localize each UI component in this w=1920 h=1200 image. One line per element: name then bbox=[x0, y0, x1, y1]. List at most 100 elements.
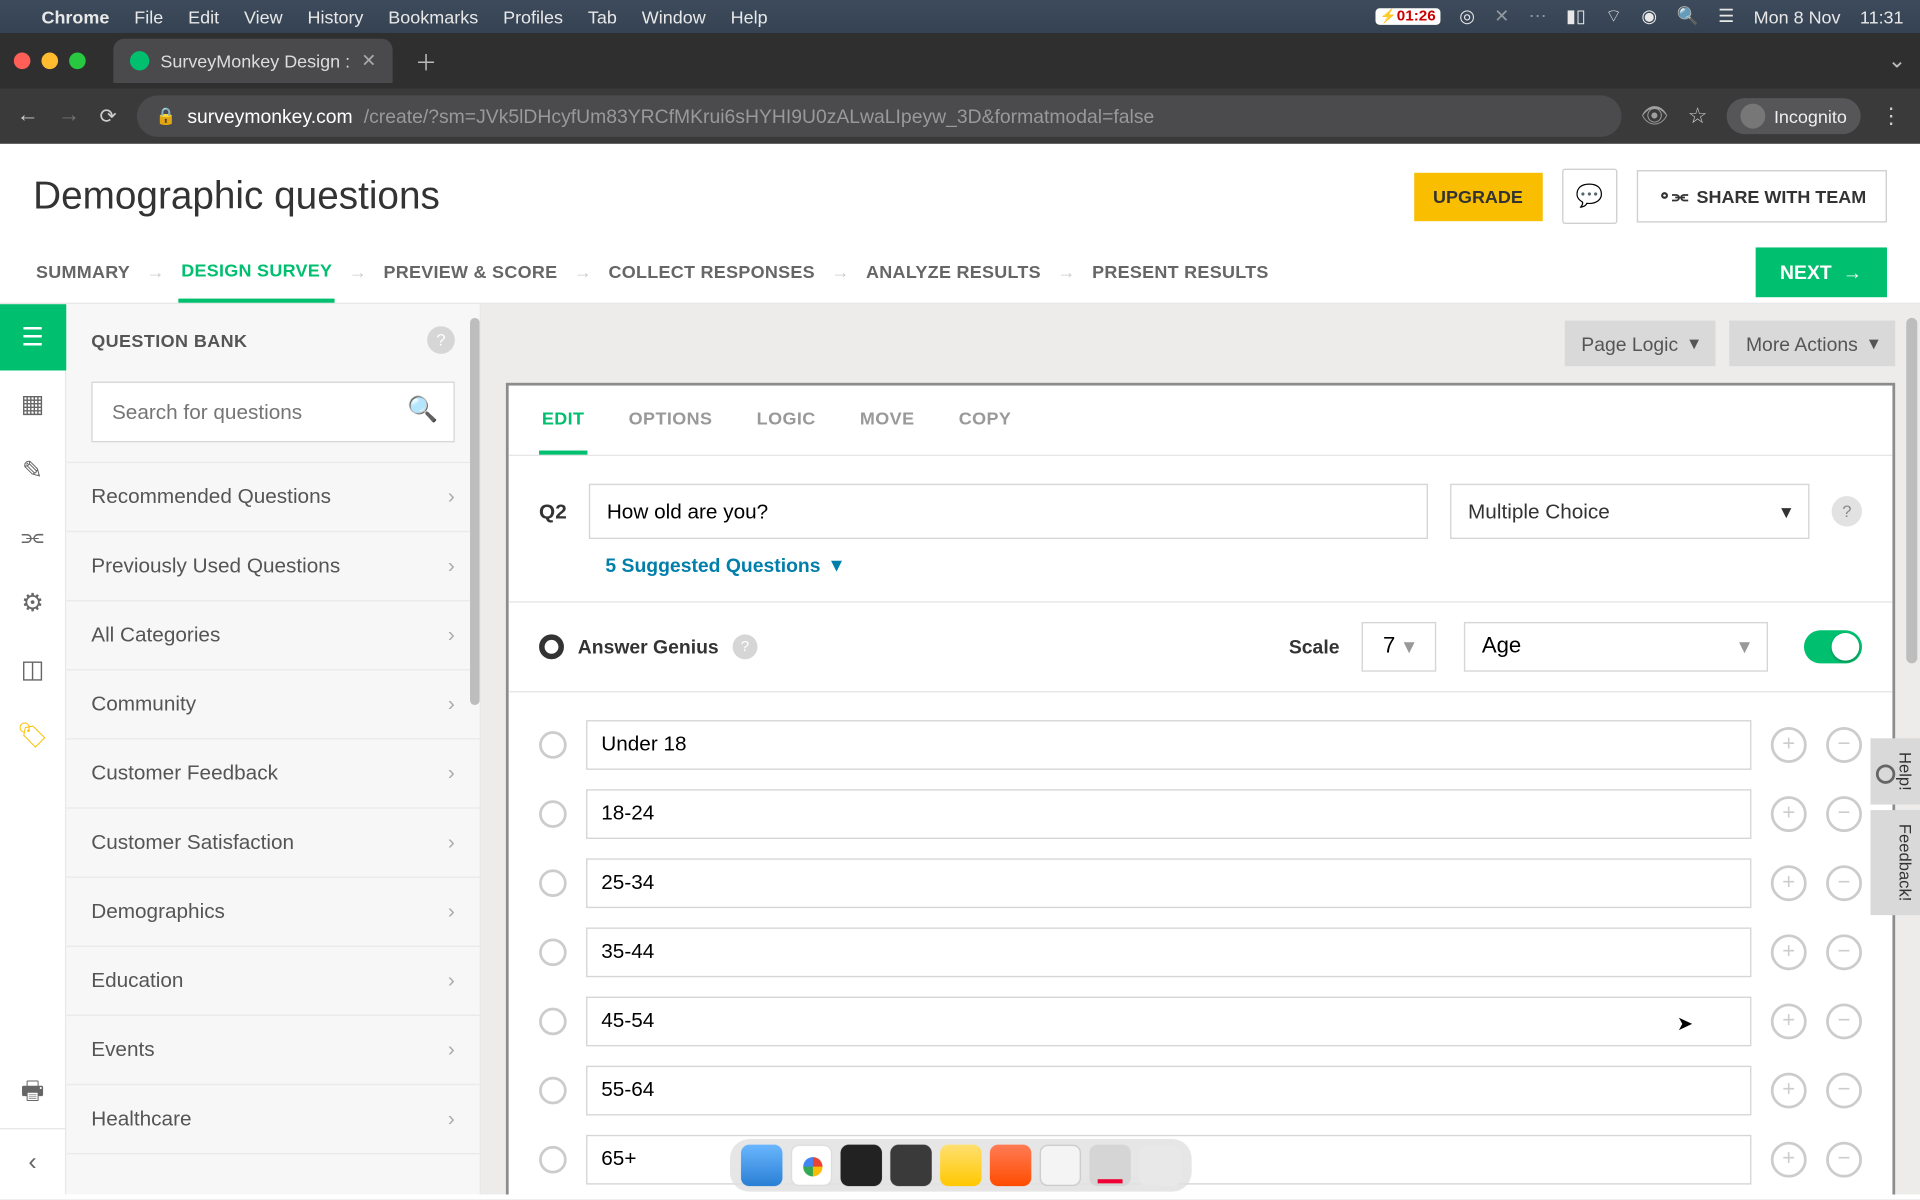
answer-input[interactable] bbox=[586, 927, 1751, 977]
step-design-survey[interactable]: DESIGN SURVEY bbox=[178, 241, 335, 303]
answer-input[interactable] bbox=[586, 720, 1751, 770]
next-button[interactable]: NEXT→ bbox=[1755, 247, 1887, 297]
tab-close-icon[interactable]: ✕ bbox=[361, 50, 376, 72]
add-row-button[interactable]: + bbox=[1771, 1003, 1807, 1039]
share-with-team-button[interactable]: ⚬⫘SHARE WITH TEAM bbox=[1636, 170, 1887, 223]
add-row-button[interactable]: + bbox=[1771, 1072, 1807, 1108]
aux-icon[interactable]: ◉ bbox=[1641, 6, 1657, 28]
step-present-results[interactable]: PRESENT RESULTS bbox=[1089, 241, 1271, 303]
window-zoom-icon[interactable] bbox=[69, 53, 86, 70]
help-icon[interactable]: ? bbox=[733, 634, 758, 659]
rail-collapse-icon[interactable]: ‹ bbox=[0, 1128, 66, 1194]
radio-icon[interactable] bbox=[539, 1007, 567, 1035]
add-row-button[interactable]: + bbox=[1771, 865, 1807, 901]
step-collect-responses[interactable]: COLLECT RESPONSES bbox=[606, 241, 818, 303]
remove-row-button[interactable]: − bbox=[1826, 1141, 1862, 1177]
tab-move[interactable]: MOVE bbox=[857, 386, 917, 455]
sidebar-scrollbar[interactable] bbox=[470, 318, 480, 705]
tab-edit[interactable]: EDIT bbox=[539, 386, 587, 455]
radio-icon[interactable] bbox=[539, 800, 567, 828]
category-item[interactable]: Demographics› bbox=[66, 878, 479, 947]
tab-options[interactable]: OPTIONS bbox=[626, 386, 715, 455]
step-analyze-results[interactable]: ANALYZE RESULTS bbox=[863, 241, 1043, 303]
category-item[interactable]: Recommended Questions› bbox=[66, 462, 479, 533]
eye-off-icon[interactable]: 👁 bbox=[1640, 102, 1668, 130]
dock-app2-icon[interactable] bbox=[989, 1145, 1030, 1186]
remove-row-button[interactable]: − bbox=[1826, 726, 1862, 762]
menu-tab[interactable]: Tab bbox=[588, 6, 617, 27]
answer-input[interactable] bbox=[586, 789, 1751, 839]
radio-icon[interactable] bbox=[539, 1076, 567, 1104]
app-name[interactable]: Chrome bbox=[41, 6, 109, 27]
scale-type-dropdown[interactable]: Age▾ bbox=[1464, 621, 1768, 671]
genius-toggle[interactable] bbox=[1804, 630, 1862, 663]
search-input[interactable] bbox=[91, 382, 455, 443]
menu-profiles[interactable]: Profiles bbox=[503, 6, 563, 27]
battery-time[interactable]: ⚡01:26 bbox=[1375, 8, 1439, 25]
menu-history[interactable]: History bbox=[307, 6, 363, 27]
chat-button[interactable]: 💬 bbox=[1562, 169, 1617, 224]
dock-finder-icon[interactable] bbox=[740, 1145, 781, 1186]
suggested-questions-link[interactable]: 5 Suggested Questions ▾ bbox=[605, 553, 841, 577]
remove-row-button[interactable]: − bbox=[1826, 796, 1862, 832]
dock-notes-icon[interactable] bbox=[939, 1145, 980, 1186]
help-tab[interactable]: Help! bbox=[1870, 738, 1920, 804]
add-row-button[interactable]: + bbox=[1771, 726, 1807, 762]
search-icon[interactable]: 🔍 bbox=[407, 395, 438, 424]
menu-window[interactable]: Window bbox=[642, 6, 706, 27]
category-item[interactable]: Education› bbox=[66, 947, 479, 1016]
control-center-icon[interactable]: ☰ bbox=[1718, 6, 1734, 28]
status-icon-3[interactable]: ⋯ bbox=[1529, 6, 1547, 28]
rail-tag-icon[interactable]: 🏷 bbox=[0, 702, 66, 768]
dock-app3-icon[interactable] bbox=[1039, 1145, 1080, 1186]
tab-copy[interactable]: COPY bbox=[956, 386, 1014, 455]
status-icon-1[interactable]: ◎ bbox=[1459, 6, 1475, 28]
canvas-scrollbar[interactable] bbox=[1906, 318, 1917, 664]
rail-logic-icon[interactable]: ⫘ bbox=[0, 503, 66, 569]
step-summary[interactable]: SUMMARY bbox=[33, 241, 133, 303]
help-icon[interactable]: ? bbox=[1832, 496, 1862, 526]
more-actions-dropdown[interactable]: More Actions▾ bbox=[1729, 321, 1895, 367]
remove-row-button[interactable]: − bbox=[1826, 1072, 1862, 1108]
category-item[interactable]: Healthcare› bbox=[66, 1085, 479, 1154]
menu-edit[interactable]: Edit bbox=[188, 6, 219, 27]
dock-app4-icon[interactable] bbox=[1089, 1145, 1130, 1186]
category-item[interactable]: Events› bbox=[66, 1016, 479, 1085]
upgrade-button[interactable]: UPGRADE bbox=[1414, 172, 1543, 220]
rail-print-icon[interactable]: 🖶 bbox=[0, 1062, 66, 1128]
menu-view[interactable]: View bbox=[244, 6, 283, 27]
bookmark-star-icon[interactable]: ☆ bbox=[1688, 102, 1708, 130]
dock-app-icon[interactable] bbox=[890, 1145, 931, 1186]
radio-icon[interactable] bbox=[539, 938, 567, 966]
add-row-button[interactable]: + bbox=[1771, 796, 1807, 832]
category-item[interactable]: Customer Satisfaction› bbox=[66, 809, 479, 878]
tab-logic[interactable]: LOGIC bbox=[754, 386, 819, 455]
search-icon[interactable]: 🔍 bbox=[1676, 6, 1698, 28]
add-row-button[interactable]: + bbox=[1771, 1141, 1807, 1177]
menu-help[interactable]: Help bbox=[731, 6, 768, 27]
rail-builder-icon[interactable]: ▦ bbox=[0, 370, 66, 436]
menu-bookmarks[interactable]: Bookmarks bbox=[388, 6, 478, 27]
help-icon[interactable]: ? bbox=[427, 326, 455, 354]
menu-file[interactable]: File bbox=[134, 6, 163, 27]
category-item[interactable]: Customer Feedback› bbox=[66, 740, 479, 809]
rail-style-icon[interactable]: ✎ bbox=[0, 437, 66, 503]
browser-menu-icon[interactable]: ⋮ bbox=[1880, 102, 1904, 130]
rail-layout-icon[interactable]: ◫ bbox=[0, 636, 66, 702]
back-button[interactable]: ← bbox=[17, 104, 39, 129]
category-item[interactable]: Community› bbox=[66, 670, 479, 739]
new-tab-button[interactable]: ＋ bbox=[407, 44, 446, 77]
dock-terminal-icon[interactable] bbox=[840, 1145, 881, 1186]
dock-chrome-icon[interactable] bbox=[790, 1145, 831, 1186]
reload-button[interactable]: ⟳ bbox=[100, 104, 117, 129]
window-close-icon[interactable] bbox=[14, 53, 31, 70]
battery-icon[interactable]: ▮▯ bbox=[1566, 6, 1586, 28]
feedback-tab[interactable]: Feedback! bbox=[1870, 810, 1920, 915]
step-preview-score[interactable]: PREVIEW & SCORE bbox=[381, 241, 560, 303]
incognito-badge[interactable]: Incognito bbox=[1727, 98, 1861, 134]
rail-options-icon[interactable]: ⚙ bbox=[0, 570, 66, 636]
radio-icon[interactable] bbox=[539, 869, 567, 897]
answer-input[interactable] bbox=[586, 858, 1751, 908]
window-minimize-icon[interactable] bbox=[41, 53, 58, 70]
category-item[interactable]: Previously Used Questions› bbox=[66, 532, 479, 601]
